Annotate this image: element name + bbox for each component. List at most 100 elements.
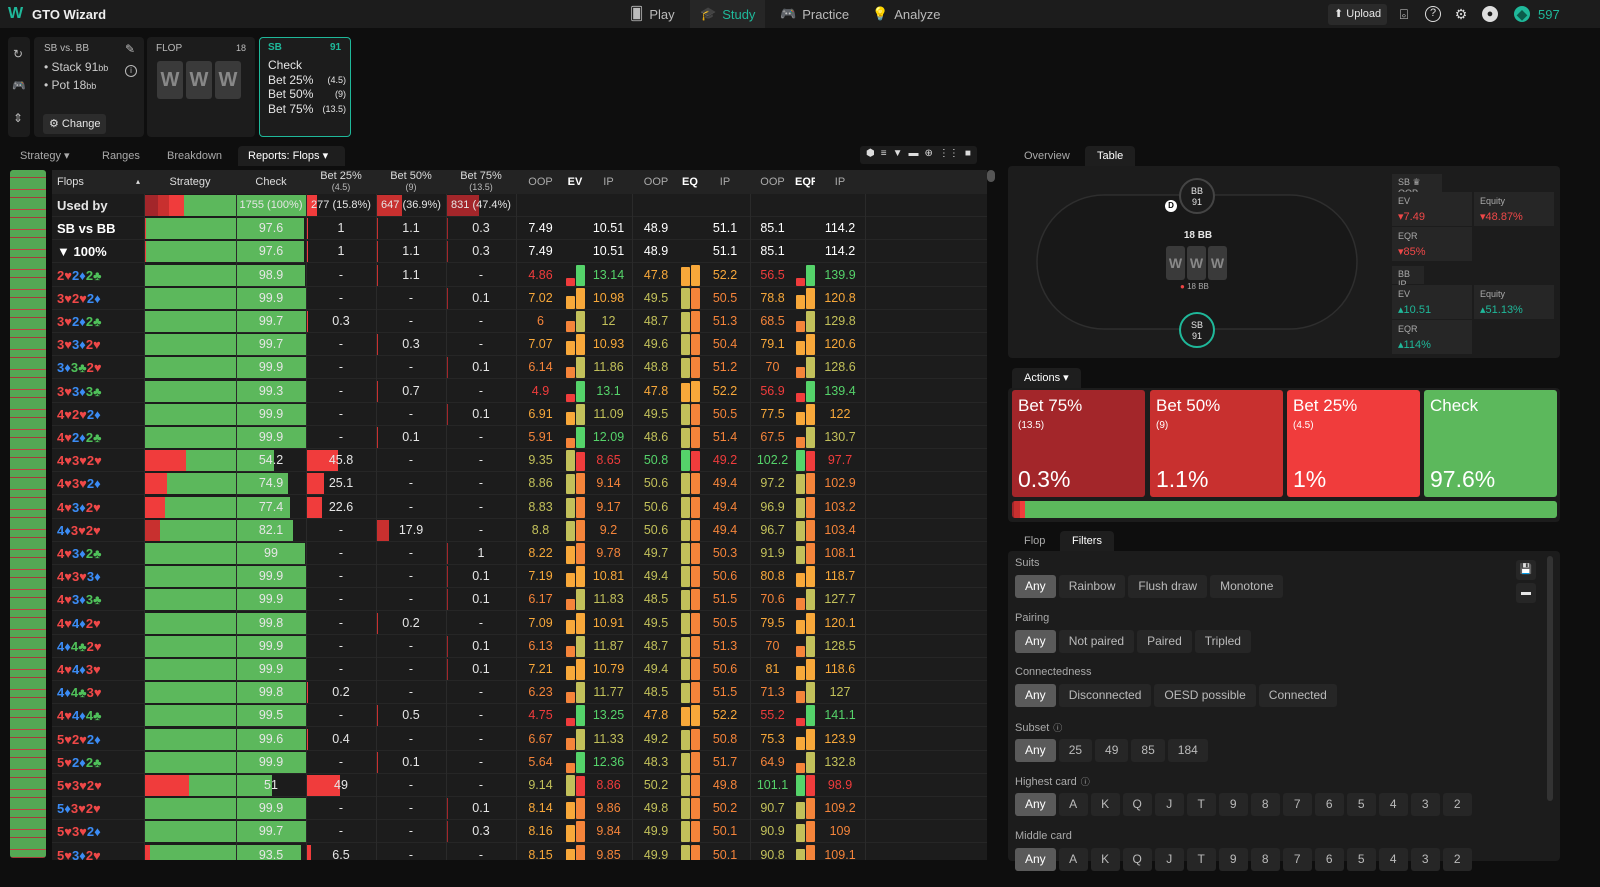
header-ev-oop[interactable]: OOP xyxy=(516,170,565,194)
filter-chip[interactable]: 7 xyxy=(1282,793,1312,816)
nav-play[interactable]: 🂠 Play xyxy=(620,0,685,28)
filter-chip[interactable]: 7 xyxy=(1282,847,1312,871)
table-row[interactable]: 4♥3♦2♣ 99 - - 1 8.22 9.78 49.7 50.3 91.9 108.1 xyxy=(52,542,987,565)
table-row[interactable]: 4♥4♦4♣ 99.5 - 0.5 - 4.75 13.25 47.8 52.2 55.2 141.… xyxy=(52,704,987,728)
filter-chip[interactable]: 8 xyxy=(1250,847,1280,871)
filter-chip[interactable]: Any xyxy=(1015,738,1056,762)
table-row[interactable]: 4♥3♦3♣ 99.9 - - 0.1 6.17 11.83 48.5 51.5 70.6 127.… xyxy=(52,588,987,612)
filter-chip[interactable]: A xyxy=(1058,793,1088,816)
filter-chip[interactable]: Tripled xyxy=(1194,629,1251,653)
filter-chip[interactable]: T xyxy=(1186,793,1216,816)
table-row[interactable]: 3♥2♦2♣ 99.7 0.3 - - 6 12 48.7 51.3 68.5 129.8 xyxy=(52,310,987,333)
table-row[interactable]: 4♦4♣2♥ 99.9 - - 0.1 6.13 11.87 48.7 51.3 70 128.5 xyxy=(52,634,987,658)
sb-seat[interactable]: SB 91 xyxy=(1179,312,1215,348)
filter-chip[interactable]: 5 xyxy=(1346,793,1376,816)
square-icon[interactable]: ■ xyxy=(965,148,971,162)
filter-chip[interactable]: Rainbow xyxy=(1058,575,1126,598)
table-row[interactable]: 4♥4♦3♥ 99.9 - - 0.1 7.21 10.79 49.4 50.6 81 118.6 xyxy=(52,658,987,681)
tab-filters[interactable]: Filters xyxy=(1060,531,1114,551)
save-icon[interactable]: 💾 xyxy=(1516,560,1536,580)
header-strategy[interactable]: Strategy xyxy=(144,170,236,194)
filter-chip[interactable]: Flush draw xyxy=(1128,575,1208,598)
table-row[interactable]: 5♥3♦2♥ 93.5 6.5 - - 8.15 9.85 49.9 50.1 90.8 109.1 xyxy=(52,843,987,860)
info-icon[interactable]: i xyxy=(125,65,137,77)
table-row[interactable]: 4♥2♦2♣ 99.9 - 0.1 - 5.91 12.09 48.6 51.4 67.5 130.… xyxy=(52,426,987,449)
header-bet25[interactable]: Bet 25% (4.5) xyxy=(306,170,376,194)
nav-study[interactable]: 🎓 Study xyxy=(690,0,766,28)
filter-chip[interactable]: Any xyxy=(1015,629,1056,653)
help-icon[interactable]: ? xyxy=(1425,6,1441,22)
filter-chip[interactable]: 9 xyxy=(1218,793,1248,816)
filter-chip[interactable]: 6 xyxy=(1314,793,1344,816)
header-flops[interactable]: Flops ▴ xyxy=(52,170,144,194)
tab-strategy[interactable]: Strategy ▾ xyxy=(10,146,80,166)
change-button[interactable]: ⚙ Change xyxy=(43,114,107,134)
bb-seat[interactable]: BB 91 xyxy=(1179,178,1215,214)
filter-chip[interactable]: 2 xyxy=(1442,847,1472,871)
folder-icon[interactable]: ▬ xyxy=(908,148,918,162)
table-row-summary[interactable]: ▼ 100% 97.6 1 1.1 0.3 7.49 10.51 48.9 51.1 85.1 11… xyxy=(52,240,987,264)
table-row-used-by[interactable]: Used by 1755 (100%) 277 (15.8%) 647 (36.9%)… xyxy=(52,194,987,217)
action-bet50[interactable]: Bet 50% (9) xyxy=(268,87,346,102)
table-row[interactable]: 4♥4♦2♥ 99.8 - 0.2 - 7.09 10.91 49.5 50.5 79.5 120.… xyxy=(52,611,987,635)
filter-chip[interactable]: 2 xyxy=(1442,793,1472,816)
header-eq-ip[interactable]: IP xyxy=(700,170,750,194)
filter-chip[interactable]: 4 xyxy=(1378,793,1408,816)
tab-breakdown[interactable]: Breakdown xyxy=(157,146,232,166)
action-card-bet75[interactable]: Bet 75% (13.5) 0.3% xyxy=(1012,390,1145,497)
filter-chip[interactable]: 3 xyxy=(1410,793,1440,816)
nav-analyze[interactable]: 💡 Analyze xyxy=(862,0,950,28)
table-row[interactable]: 4♦4♣3♥ 99.8 0.2 - - 6.23 11.77 48.5 51.5 71.3 127 xyxy=(52,681,987,705)
filter-chip[interactable]: Monotone xyxy=(1210,575,1284,598)
edit-icon[interactable]: ✎ xyxy=(125,42,135,56)
filter-chip[interactable]: 5 xyxy=(1346,847,1376,871)
header-bet50[interactable]: Bet 50% (9) xyxy=(376,170,446,194)
filter-chip[interactable]: Not paired xyxy=(1058,629,1135,653)
filter-chip[interactable]: Paired xyxy=(1137,629,1192,653)
action-card-check[interactable]: Check 97.6% xyxy=(1424,390,1557,497)
filter-chip[interactable]: 25 xyxy=(1058,738,1093,762)
table-row[interactable]: 4♥3♥3♦ 99.9 - - 0.1 7.19 10.81 49.4 50.6 80.8 118.… xyxy=(52,565,987,589)
tab-table[interactable]: Table xyxy=(1085,146,1136,166)
action-card-bet25[interactable]: Bet 25% (4.5) 1% xyxy=(1287,390,1420,497)
header-ev-ip[interactable]: IP xyxy=(585,170,632,194)
filter-chip[interactable]: OESD possible xyxy=(1154,684,1256,707)
action-check[interactable]: Check xyxy=(268,58,346,73)
filter-chip[interactable]: Disconnected xyxy=(1058,684,1152,707)
table-row[interactable]: 3♥3♦2♥ 99.7 - 0.3 - 7.07 10.93 49.6 50.4 79.1 120.… xyxy=(52,333,987,357)
filter-chip[interactable]: Any xyxy=(1015,793,1056,816)
table-row[interactable]: 4♥3♥2♦ 74.9 25.1 - - 8.86 9.14 50.6 49.4 97.2 102.… xyxy=(52,472,987,496)
table-scrollbar[interactable] xyxy=(987,170,995,182)
gear-icon[interactable]: ⚙ xyxy=(1453,6,1469,22)
table-row[interactable]: 4♦3♥2♥ 82.1 - 17.9 - 8.8 9.2 50.6 49.4 96.7 103.4 xyxy=(52,518,987,542)
table-row[interactable]: 4♥3♦2♥ 77.4 22.6 - - 8.83 9.17 50.6 49.4 96.9 103.… xyxy=(52,495,987,519)
header-check[interactable]: Check xyxy=(236,170,306,194)
filter-chip[interactable]: 3 xyxy=(1410,847,1440,871)
sb-action-panel[interactable]: SB 91 Check Bet 25% (4.5) Bet 50% (9) Bet … xyxy=(259,37,351,137)
filter-chip[interactable]: T xyxy=(1186,847,1216,871)
screenshot-icon[interactable]: ⌻ xyxy=(1396,6,1412,22)
filter-chip[interactable]: 85 xyxy=(1131,738,1165,762)
upload-button[interactable]: ⬆ Upload xyxy=(1328,4,1388,25)
tab-ranges[interactable]: Ranges xyxy=(92,146,150,166)
filter-chip[interactable]: J xyxy=(1154,793,1184,816)
filter-chip[interactable]: 9 xyxy=(1218,847,1248,871)
flop-panel[interactable]: FLOP 18 W W W xyxy=(147,37,255,137)
filter-chip[interactable]: 8 xyxy=(1250,793,1280,816)
filter-chip[interactable]: 49 xyxy=(1095,738,1129,762)
nav-practice[interactable]: 🎮 Practice xyxy=(770,0,859,28)
header-eq[interactable]: EQ xyxy=(680,170,700,194)
filter-chip[interactable]: K xyxy=(1090,847,1120,871)
table-row[interactable]: 4♥2♥2♦ 99.9 - - 0.1 6.91 11.09 49.5 50.5 77.5 122 xyxy=(52,402,987,426)
folder-icon[interactable]: ▬ xyxy=(1516,583,1536,603)
user-avatar-icon[interactable]: ● xyxy=(1482,6,1498,22)
table-row[interactable]: 3♦3♣2♥ 99.9 - - 0.1 6.14 11.86 48.8 51.2 70 128.6 xyxy=(52,356,987,380)
action-bet25[interactable]: Bet 25% (4.5) xyxy=(268,73,346,88)
filter-chip[interactable]: Any xyxy=(1015,847,1056,871)
filter-chip[interactable]: J xyxy=(1154,847,1184,871)
tab-flop[interactable]: Flop xyxy=(1012,531,1057,551)
filter-chip[interactable]: Connected xyxy=(1258,684,1337,707)
table-row-summary[interactable]: SB vs BB 97.6 1 1.1 0.3 7.49 10.51 48.9 51.1 85.1… xyxy=(52,217,987,241)
filter-chip[interactable]: Any xyxy=(1015,684,1056,707)
filter-chip[interactable]: 6 xyxy=(1314,847,1344,871)
